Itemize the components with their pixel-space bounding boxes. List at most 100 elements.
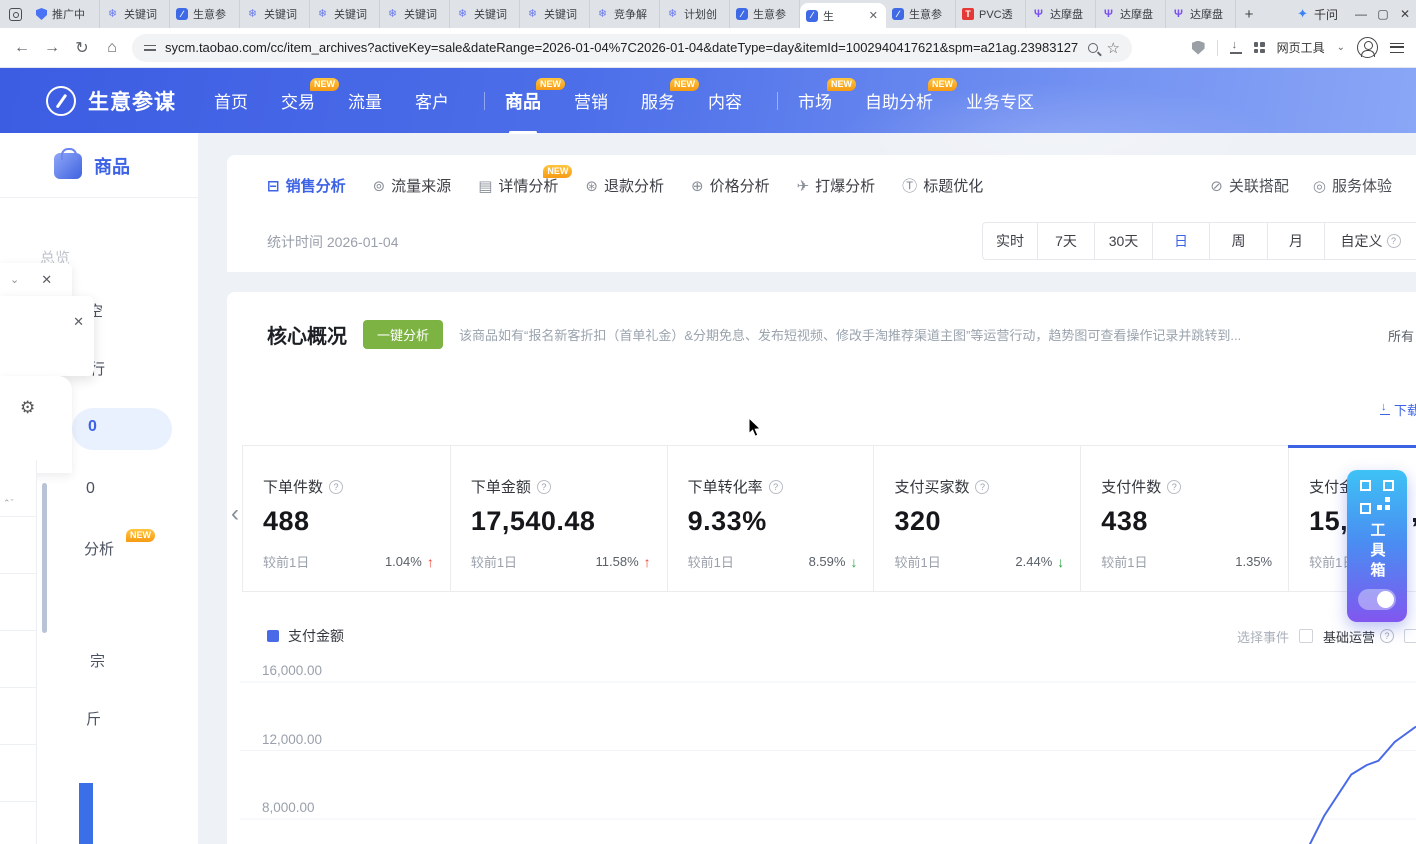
- window-maximize-button[interactable]: ▢: [1372, 7, 1394, 21]
- tab-detail-analysis[interactable]: ▤详情分析NEW: [478, 175, 558, 196]
- date-option-7d[interactable]: 7天: [1037, 223, 1094, 259]
- browser-tab-active[interactable]: ∕生✕: [800, 3, 886, 28]
- forward-button[interactable]: →: [42, 39, 62, 57]
- tab-sales-analysis[interactable]: ⊟销售分析: [267, 175, 346, 196]
- help-icon[interactable]: ?: [537, 480, 551, 494]
- up-down-chevron-icon[interactable]: ⌃ˇ: [3, 500, 14, 507]
- nav-item-marketing[interactable]: 营销: [574, 88, 608, 113]
- sidebar-item-fragment[interactable]: 斤: [86, 708, 101, 729]
- download-link[interactable]: 下载: [1380, 400, 1416, 419]
- close-icon[interactable]: ✕: [73, 314, 84, 330]
- sidebar-selected-item[interactable]: [72, 408, 172, 450]
- date-option-day[interactable]: 日: [1152, 223, 1209, 259]
- nav-item-service[interactable]: 服务NEW: [641, 88, 675, 113]
- browser-tab[interactable]: ❄计划创: [660, 0, 730, 28]
- date-option-week[interactable]: 周: [1209, 223, 1267, 259]
- help-icon[interactable]: ?: [1167, 480, 1181, 494]
- nav-item-business-zone[interactable]: 业务专区: [966, 88, 1034, 113]
- zoom-icon[interactable]: [1088, 43, 1098, 53]
- tab-refund-analysis[interactable]: ⊛退款分析: [585, 175, 664, 196]
- basic-ops-checkbox[interactable]: [1299, 629, 1313, 643]
- browser-tab[interactable]: ❄竞争解: [590, 0, 660, 28]
- nav-item-self-analysis[interactable]: 自助分析NEW: [865, 88, 933, 113]
- nav-item-home[interactable]: 首页: [214, 88, 248, 113]
- metric-card-order-items[interactable]: 下单件数? 488 较前1日1.04%↑: [243, 446, 450, 591]
- browser-tab[interactable]: TPVC透: [956, 0, 1026, 28]
- nav-item-product[interactable]: 商品NEW: [505, 88, 541, 114]
- browser-tab[interactable]: Ψ达摩盘: [1096, 0, 1166, 28]
- toolbox-toggle[interactable]: [1358, 589, 1396, 610]
- sidebar-item-fragment[interactable]: 0: [88, 418, 97, 436]
- sidebar-item-fragment[interactable]: 宗: [90, 650, 105, 671]
- clipped-checkbox[interactable]: [1404, 629, 1416, 643]
- date-option-month[interactable]: 月: [1267, 223, 1324, 259]
- browser-tab[interactable]: Ψ达摩盘: [1026, 0, 1096, 28]
- help-icon[interactable]: ?: [975, 480, 989, 494]
- tab-related-match[interactable]: ⊘关联搭配: [1210, 175, 1289, 196]
- window-minimize-button[interactable]: —: [1350, 7, 1372, 21]
- tab-search-button[interactable]: [0, 0, 30, 28]
- browser-tab[interactable]: 推广中: [30, 0, 100, 28]
- all-terms-link[interactable]: 所有: [1388, 326, 1414, 345]
- browser-tab[interactable]: ❄关键词: [380, 0, 450, 28]
- metric-card-conversion-rate[interactable]: 下单转化率? 9.33% 较前1日8.59%↓: [667, 446, 874, 591]
- extension-icon[interactable]: [1192, 41, 1205, 55]
- reload-button[interactable]: ↻: [72, 38, 92, 58]
- sidebar-scrollbar[interactable]: [42, 483, 47, 633]
- metric-card-order-amount[interactable]: 下单金额? 17,540.48 较前1日11.58%↑: [450, 446, 667, 591]
- site-info-icon[interactable]: [144, 43, 156, 53]
- toolbox-widget[interactable]: 工具箱: [1347, 470, 1407, 622]
- new-tab-button[interactable]: +: [1236, 0, 1262, 28]
- one-click-analyze-button[interactable]: 一键分析: [363, 320, 443, 349]
- metrics-scroll-left-icon[interactable]: ‹: [231, 500, 239, 528]
- floating-settings-panel[interactable]: ⚙: [0, 376, 72, 473]
- nav-item-trade[interactable]: 交易NEW: [281, 88, 315, 113]
- tab-traffic-source[interactable]: ⊚流量来源: [373, 175, 452, 196]
- browser-tab[interactable]: ∕生意参: [170, 0, 240, 28]
- date-option-30d[interactable]: 30天: [1094, 223, 1152, 259]
- back-button[interactable]: ←: [12, 39, 32, 57]
- tab-service-experience[interactable]: ◎服务体验: [1313, 175, 1392, 196]
- nav-item-customer[interactable]: 客户: [415, 88, 449, 113]
- browser-tab[interactable]: ❄关键词: [310, 0, 380, 28]
- nav-item-traffic[interactable]: 流量: [348, 88, 382, 113]
- window-close-button[interactable]: ✕: [1394, 7, 1416, 21]
- tab-close-icon[interactable]: ✕: [867, 9, 880, 22]
- date-option-custom[interactable]: 自定义?: [1324, 223, 1416, 259]
- bookmark-star-icon[interactable]: ☆: [1107, 39, 1120, 57]
- nav-item-market[interactable]: 市场NEW: [798, 88, 832, 113]
- metric-card-paid-items[interactable]: 支付件数? 438 较前1日1.35%: [1080, 446, 1288, 591]
- browser-tab[interactable]: ❄关键词: [100, 0, 170, 28]
- help-icon[interactable]: ?: [329, 480, 343, 494]
- gear-icon[interactable]: ⚙: [20, 398, 35, 418]
- collapse-chevron-icon[interactable]: ⌄: [10, 273, 19, 286]
- profile-avatar[interactable]: [1357, 37, 1378, 58]
- web-tools-label[interactable]: 网页工具: [1277, 39, 1325, 56]
- help-icon[interactable]: ?: [1380, 629, 1394, 643]
- tab-explode-analysis[interactable]: ✈打爆分析: [797, 175, 876, 196]
- home-button[interactable]: ⌂: [102, 39, 122, 57]
- browser-tab[interactable]: Ψ达摩盘: [1166, 0, 1236, 28]
- tab-price-analysis[interactable]: ⊕价格分析: [691, 175, 770, 196]
- metric-card-paid-buyers[interactable]: 支付买家数? 320 较前1日2.44%↓: [873, 446, 1080, 591]
- date-option-realtime[interactable]: 实时: [983, 223, 1037, 259]
- url-bar[interactable]: sycm.taobao.com/cc/item_archives?activeK…: [132, 34, 1132, 62]
- sidebar-item-fragment[interactable]: 0: [86, 480, 95, 498]
- sidebar-item-fragment[interactable]: 分析: [84, 538, 114, 559]
- browser-tab[interactable]: ❄关键词: [450, 0, 520, 28]
- browser-tab[interactable]: ❄关键词: [240, 0, 310, 28]
- close-icon[interactable]: ✕: [41, 272, 52, 288]
- floating-window-titlebar[interactable]: ⌄ ✕: [0, 263, 72, 296]
- browser-tab[interactable]: ❄关键词: [520, 0, 590, 28]
- web-tools-grid-icon[interactable]: [1254, 42, 1265, 53]
- help-icon[interactable]: ?: [1387, 234, 1401, 248]
- nav-item-content[interactable]: 内容: [708, 88, 742, 113]
- tab-title-optimize[interactable]: Ⓣ标题优化: [902, 175, 983, 196]
- browser-menu-icon[interactable]: [1390, 43, 1404, 53]
- browser-tab[interactable]: ∕生意参: [886, 0, 956, 28]
- downloads-icon[interactable]: [1230, 42, 1242, 54]
- floating-list-panel[interactable]: ⌃ˇ: [0, 460, 37, 844]
- floating-window[interactable]: ✕: [0, 296, 94, 376]
- payment-trend-chart[interactable]: 16,000.00 12,000.00 8,000.00: [240, 655, 1416, 844]
- browser-tab[interactable]: ∕生意参: [730, 0, 800, 28]
